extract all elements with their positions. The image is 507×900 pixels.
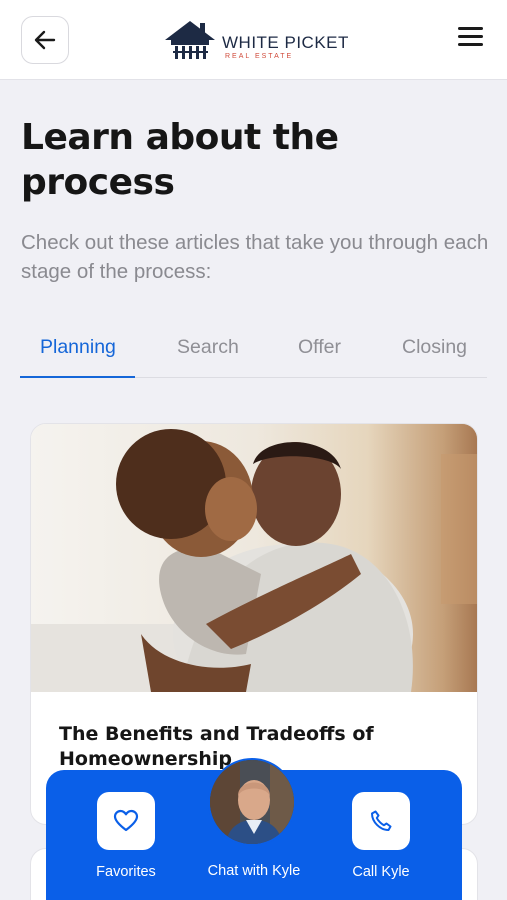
back-button[interactable]: [21, 16, 69, 64]
tab-search[interactable]: Search: [177, 336, 239, 359]
agent-photo: [210, 760, 294, 844]
heart-icon: [113, 809, 139, 832]
process-tabs: Planning Search Offer Closing: [20, 330, 487, 378]
page-subtitle: Check out these articles that take you t…: [21, 231, 489, 283]
agent-action-bar: Favorites Chat with Kyle Call Kyle: [46, 758, 462, 900]
house-logo-icon: [165, 21, 215, 59]
brand-name: WHITE PICKET: [222, 33, 349, 52]
brand-tagline: REAL ESTATE: [225, 53, 294, 60]
active-tab-indicator: [20, 376, 135, 378]
call-agent-button[interactable]: Call Kyle: [321, 792, 441, 880]
call-agent-label: Call Kyle: [352, 864, 410, 880]
hamburger-menu-icon[interactable]: [458, 27, 488, 51]
tab-closing[interactable]: Closing: [402, 336, 467, 359]
top-bar: WHITE PICKET REAL ESTATE: [0, 0, 507, 80]
arrow-left-icon: [34, 30, 56, 50]
phone-icon: [371, 810, 392, 831]
brand-logo[interactable]: WHITE PICKET REAL ESTATE: [163, 18, 353, 64]
tab-offer[interactable]: Offer: [298, 336, 341, 359]
tab-planning[interactable]: Planning: [40, 336, 116, 359]
agent-avatar[interactable]: [208, 758, 296, 846]
father-daughter-photo: [31, 424, 477, 692]
page-title: Learn about the process: [21, 117, 339, 203]
article-photo: [31, 424, 477, 692]
